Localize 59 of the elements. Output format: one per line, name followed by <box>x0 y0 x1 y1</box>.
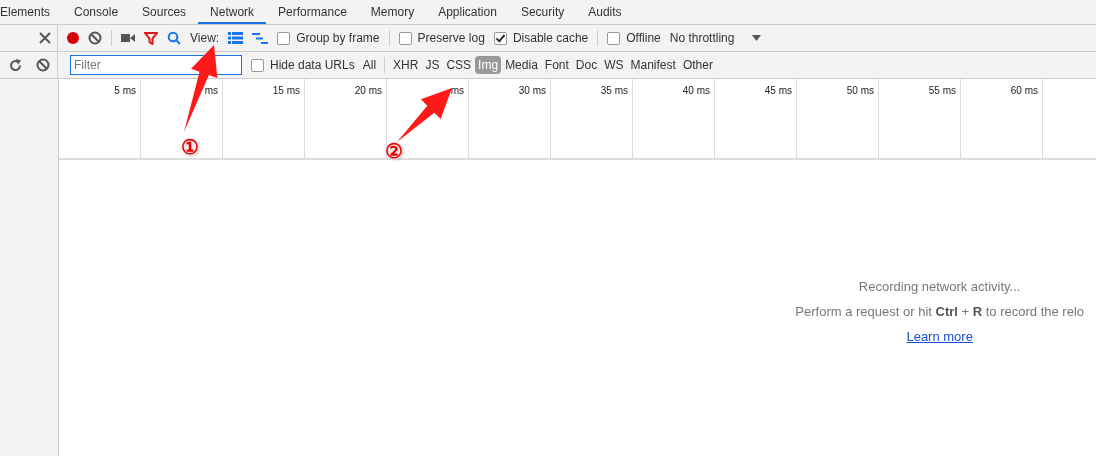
type-filter[interactable]: XHR <box>390 56 422 74</box>
tick-label: 15 ms <box>272 85 300 96</box>
annotation-number: ① <box>181 137 199 157</box>
tab[interactable]: Performance <box>266 0 359 24</box>
checkbox-label[interactable]: Disable cache <box>512 31 589 45</box>
type-filter[interactable]: All <box>359 56 380 74</box>
tick-label: 5 ms <box>114 85 136 96</box>
throttling-dropdown[interactable]: No throttling <box>669 31 762 45</box>
checkbox-label[interactable]: Hide data URLs <box>270 58 355 72</box>
type-filter[interactable]: Media <box>502 56 541 74</box>
type-filter[interactable]: Manifest <box>627 56 679 74</box>
tab[interactable]: Sources <box>130 0 199 24</box>
tick-label: ms <box>204 85 218 96</box>
checkbox[interactable] <box>398 31 412 45</box>
type-filter[interactable]: Doc <box>572 56 601 74</box>
tick-label: 50 ms <box>846 85 874 96</box>
checkbox-label[interactable]: Preserve log <box>417 31 485 45</box>
type-filter[interactable]: WS <box>601 56 627 74</box>
checkbox[interactable] <box>607 31 621 45</box>
view-label: View: <box>190 31 220 45</box>
type-filter[interactable]: JS <box>422 56 443 74</box>
type-filter[interactable]: Other <box>679 56 716 74</box>
tab[interactable]: Security <box>508 0 577 24</box>
type-filter[interactable]: CSS <box>443 56 475 74</box>
search-icon[interactable] <box>167 31 181 45</box>
waterfall-icon[interactable] <box>252 32 269 44</box>
tab[interactable]: Application <box>426 0 509 24</box>
tick-label: 35 ms <box>600 85 628 96</box>
tick-label: 20 ms <box>354 85 382 96</box>
list-view-icon[interactable] <box>228 32 244 44</box>
type-filter[interactable]: Font <box>541 56 572 74</box>
annotation-arrow <box>397 88 452 142</box>
block-icon[interactable] <box>88 31 102 45</box>
filter-icon[interactable] <box>144 31 158 45</box>
tick-label: ms <box>450 85 464 96</box>
tick-label: 55 ms <box>928 85 956 96</box>
status-message: Recording network activity... <box>858 279 1021 294</box>
checkbox[interactable] <box>251 58 264 72</box>
checkbox[interactable] <box>493 31 507 45</box>
hint-text: Perform a request or hit Ctrl + R to record the relo <box>795 304 1084 319</box>
learn-more-link[interactable]: Learn more <box>906 329 973 344</box>
tab[interactable]: Console <box>62 0 131 24</box>
checkbox-label[interactable]: Offline <box>626 31 661 45</box>
checkbox[interactable] <box>277 31 291 45</box>
close-icon[interactable] <box>39 32 51 44</box>
video-camera-icon[interactable] <box>121 33 135 43</box>
tab[interactable]: Elements <box>0 0 63 24</box>
tab[interactable]: Memory <box>358 0 427 24</box>
record-button[interactable] <box>67 32 79 44</box>
annotation-number: ② <box>385 141 403 161</box>
refresh-icon[interactable] <box>9 58 22 72</box>
checkbox-label[interactable]: Group by frame <box>296 31 380 45</box>
caret-icon <box>752 35 762 41</box>
tick-label: 30 ms <box>518 85 546 96</box>
tick-label: 60 ms <box>1010 85 1038 96</box>
tick-label: 40 ms <box>682 85 710 96</box>
block-icon[interactable] <box>36 58 50 72</box>
tick-label: 45 ms <box>764 85 792 96</box>
tab[interactable]: Audits <box>576 0 634 24</box>
